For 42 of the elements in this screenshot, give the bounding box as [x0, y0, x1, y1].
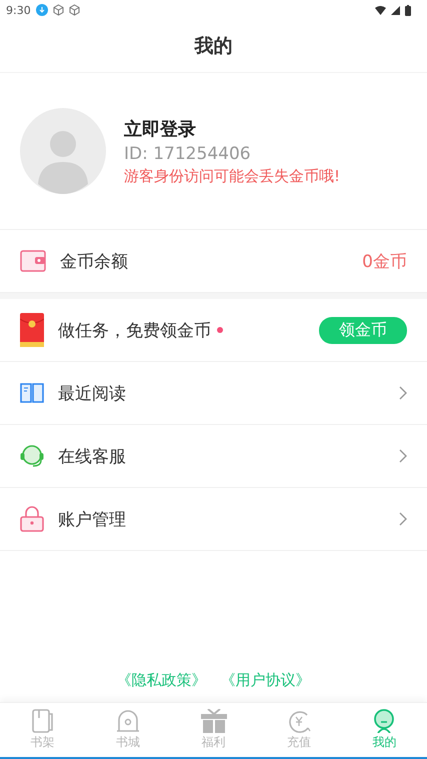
download-icon — [36, 4, 48, 16]
cube-icon — [52, 4, 64, 16]
user-id: ID: 171254406 — [124, 144, 252, 164]
wifi-icon — [375, 6, 386, 14]
yen-coin-icon — [286, 709, 311, 733]
chevron-right-icon — [399, 512, 407, 526]
chevron-right-icon — [399, 449, 407, 463]
lock-icon — [20, 506, 44, 532]
chevron-right-icon — [399, 386, 407, 400]
cube-icon — [68, 4, 80, 16]
guest-warning: 游客身份访问可能会丢失金币哦! — [124, 166, 340, 186]
status-time: 9:30 — [6, 4, 31, 16]
menu-item[interactable]: 最近阅读 — [0, 362, 427, 425]
tab[interactable]: 充值 — [256, 703, 342, 757]
menu-label: 最近阅读 — [58, 382, 126, 404]
menu-label: 在线客服 — [58, 446, 126, 468]
battery-icon — [405, 4, 411, 16]
gift-icon — [200, 709, 227, 733]
tab[interactable]: 书城 — [85, 703, 171, 757]
tab[interactable]: 我的 — [342, 703, 427, 757]
avatar-icon[interactable] — [20, 108, 106, 194]
menu-label: 账户管理 — [58, 508, 126, 530]
balance-label: 金币余额 — [60, 250, 128, 272]
envelope-icon — [20, 313, 44, 347]
tab[interactable]: 书架 — [0, 703, 86, 757]
book-icon — [20, 383, 44, 403]
tab[interactable]: 福利 — [170, 703, 256, 757]
menu-item[interactable]: 在线客服 — [0, 425, 427, 488]
menu-item[interactable]: 账户管理 — [0, 488, 427, 551]
claim-coins-button[interactable]: 领金币 — [319, 316, 407, 344]
signal-icon — [391, 6, 400, 14]
page-title: 我的 — [194, 34, 232, 59]
policy-link[interactable]: 《用户协议》 — [220, 671, 310, 690]
headset-icon — [20, 444, 44, 468]
book-icon — [32, 709, 54, 733]
task-label: 做任务，免费领金币 — [58, 320, 211, 342]
balance-value: 0金币 — [362, 250, 407, 272]
login-link[interactable]: 立即登录 — [124, 116, 340, 140]
store-icon — [116, 709, 140, 733]
person-icon — [372, 709, 396, 733]
policy-link[interactable]: 《隐私政策》 — [116, 671, 206, 690]
wallet-icon — [20, 250, 46, 272]
